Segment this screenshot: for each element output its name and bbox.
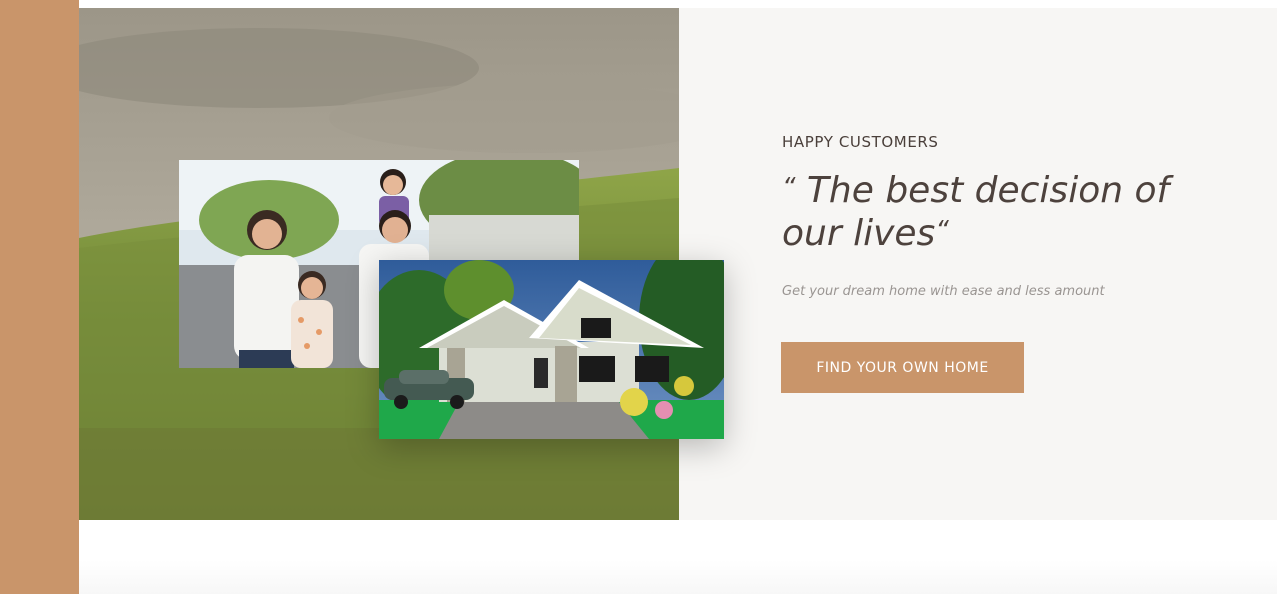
testimonial-panel	[679, 8, 1277, 520]
left-accent-bar	[0, 0, 79, 594]
quote-close-mark: “	[935, 216, 949, 246]
testimonial-subtext: Get your dream home with ease and less a…	[782, 284, 1105, 299]
quote-open-mark: “	[782, 173, 796, 203]
page: HAPPY CUSTOMERS “ The best decision of o…	[0, 0, 1277, 594]
find-home-button[interactable]: FIND YOUR OWN HOME	[781, 342, 1024, 393]
testimonial-quote: “ The best decision of our lives“	[782, 168, 1202, 254]
quote-text: The best decision of our lives	[782, 170, 1170, 254]
section-eyebrow: HAPPY CUSTOMERS	[782, 133, 939, 151]
top-spacer	[79, 0, 1277, 8]
house-photo	[379, 260, 724, 439]
section-divider	[79, 560, 1277, 594]
